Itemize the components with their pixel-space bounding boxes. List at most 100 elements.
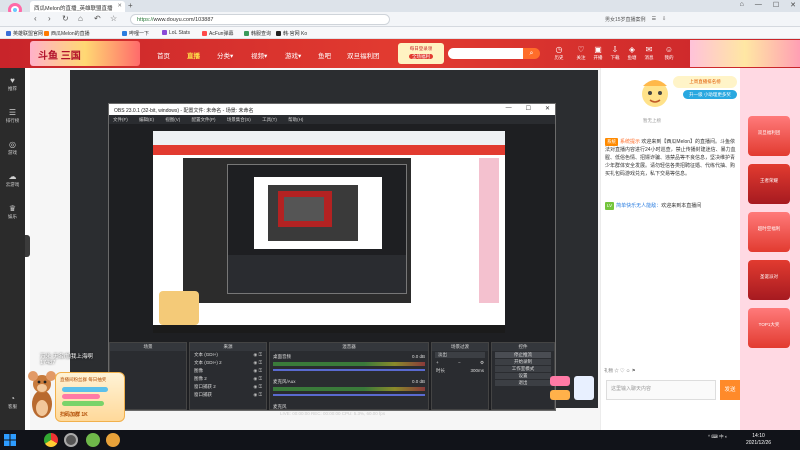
obs-menu-scene-collection[interactable]: 场景集合(S)	[227, 117, 251, 122]
header-banner-image[interactable]	[690, 40, 800, 67]
refresh-icon[interactable]: ↻	[62, 14, 69, 23]
sidebar-item-game[interactable]: ◎ 游戏	[0, 140, 25, 156]
rank-upgrade-button[interactable]: 升一级 小助理更多奖	[683, 90, 737, 99]
nav-home[interactable]: 首页	[157, 50, 170, 60]
eye-icon[interactable]: ◉ ⚿	[253, 368, 262, 374]
search-suggestion[interactable]: 男女15岁直播案例	[605, 16, 646, 23]
list-icon: ☰	[8, 108, 17, 117]
nav-welfare[interactable]: 双旦福利团	[347, 50, 380, 60]
bookmark-item[interactable]: 英雄联盟官网	[6, 30, 43, 37]
promo-tile[interactable]: 双旦福利团	[748, 116, 790, 156]
undo-icon[interactable]: ↶	[94, 14, 101, 23]
nav-video[interactable]: 视频▾	[251, 50, 267, 60]
obs-menu-view[interactable]: 视图(V)	[165, 117, 180, 122]
sidebar-item-ranking[interactable]: ☰ 排行榜	[0, 108, 25, 124]
site-search-input[interactable]	[448, 48, 523, 59]
bookmark-item[interactable]: 哔哩一下	[122, 30, 149, 37]
site-logo[interactable]: 斗鱼 三国	[30, 41, 140, 66]
sidebar-item-service[interactable]: ◔ 客服	[0, 394, 25, 410]
chat-input[interactable]: 这里输入聊天内容	[606, 380, 716, 400]
browser-tab[interactable]: 西瓜Melon的直播_英雄联盟直播 ✕	[30, 1, 125, 12]
nav-live[interactable]: 直播	[187, 50, 200, 60]
bookmark-item[interactable]: LoL Stats	[162, 30, 190, 36]
address-bar[interactable]: https://www.douyu.com/103887	[130, 14, 390, 25]
obs-menu-file[interactable]: 文件(F)	[113, 117, 128, 122]
bookmark-item[interactable]: 韩服查询	[244, 30, 271, 37]
duration-input[interactable]: 300ms	[470, 368, 484, 374]
maximize-button[interactable]: ☐	[773, 1, 779, 9]
windows-start-icon[interactable]	[4, 434, 16, 446]
nav-game[interactable]: 游戏▾	[285, 50, 301, 60]
volume-slider[interactable]	[273, 369, 425, 371]
promo-tile[interactable]: 圣诞派对	[748, 260, 790, 300]
close-button[interactable]: ✕	[790, 1, 796, 9]
obs-preview-canvas[interactable]	[153, 131, 505, 333]
app-taskbar-icon[interactable]	[86, 433, 100, 447]
nav-fishbar[interactable]: 鱼吧	[318, 50, 331, 60]
taskbar-clock[interactable]: 14:10 2021/12/26	[746, 433, 771, 447]
obs-menu-help[interactable]: 帮助(H)	[288, 117, 303, 122]
chrome-taskbar-icon[interactable]	[44, 433, 58, 447]
magnifier-icon[interactable]: ⌕	[523, 48, 540, 59]
eye-icon[interactable]: ◉ ⚿	[253, 392, 262, 398]
minimize-button[interactable]: —	[755, 1, 762, 9]
chat-username[interactable]: 简单快乐无人能敌：	[616, 203, 661, 209]
bookmark-item[interactable]: 韩·官网 Ko	[276, 30, 307, 37]
eye-icon[interactable]: ◉ ⚿	[253, 384, 262, 390]
bookmark-item[interactable]: AcFun弹幕	[202, 30, 233, 37]
source-item[interactable]: 窗口捕获 2 ◉ ⚿	[190, 383, 266, 391]
obs-menu-tools[interactable]: 工具(T)	[262, 117, 277, 122]
obs-window[interactable]: OBS 23.0.1 (32-bit, windows) - 配置文件: 未命名…	[108, 103, 556, 411]
obs-minimize-button[interactable]: —	[506, 105, 512, 112]
chat-toolbar[interactable]: 礼物 ☆ ♡ ☺ ⚑	[604, 368, 740, 378]
download-nav-icon[interactable]: ⇩	[662, 16, 666, 23]
start-record-button[interactable]: 开始录制	[495, 359, 551, 365]
back-icon[interactable]: ‹	[34, 14, 37, 23]
eye-icon[interactable]: ◉ ⚿	[253, 376, 262, 382]
avatar-button[interactable]: ☺ 我的	[656, 45, 682, 61]
cloud-icon: ☁	[8, 172, 17, 181]
nav-category[interactable]: 分类▾	[217, 50, 233, 60]
obs-status-bar: LIVE: 00:00:00 REC: 00:00:00 CPU: 5.3%, …	[280, 411, 386, 416]
obs-maximize-button[interactable]: ☐	[526, 105, 531, 112]
minus-icon[interactable]: −	[458, 360, 461, 366]
menu-icon[interactable]: ☰	[652, 16, 656, 23]
sidebar-item-recommend[interactable]: ♥ 推荐	[0, 76, 25, 92]
settings-button[interactable]: 设置	[495, 373, 551, 379]
star-icon[interactable]: ☆	[110, 14, 117, 23]
system-tray[interactable]: ^ ⌨ 中 ◐	[708, 434, 728, 440]
source-item[interactable]: 文本 (GDI+) ◉ ⚿	[190, 351, 266, 359]
obs-close-button[interactable]: ✕	[545, 105, 550, 112]
forward-icon[interactable]: ›	[48, 14, 51, 23]
app-taskbar-icon[interactable]	[106, 433, 120, 447]
sidebar-item-cloud-game[interactable]: ☁ 云游戏	[0, 172, 25, 188]
source-item[interactable]: 文本 (GDI+) 2 ◉ ⚿	[190, 359, 266, 367]
bookmark-item[interactable]: 西瓜Melon的直播	[44, 30, 90, 37]
gear-icon[interactable]: ⚙	[480, 360, 484, 366]
exit-button[interactable]: 退出	[495, 380, 551, 386]
promo-tile[interactable]: 王者荣耀	[748, 164, 790, 204]
promo-tile[interactable]: 超时空福利	[748, 212, 790, 252]
volume-slider[interactable]	[273, 394, 425, 396]
source-item[interactable]: 窗口捕获 ◉ ⚿	[190, 391, 266, 399]
tab-close-icon[interactable]: ✕	[117, 3, 122, 9]
promo-badge[interactable]: 每日登录领 全场福利	[398, 43, 444, 64]
promo-tile[interactable]: TOP1大奖	[748, 308, 790, 348]
obs-menu-profile[interactable]: 配置文件(P)	[192, 117, 216, 122]
eye-icon[interactable]: ◉ ⚿	[253, 352, 262, 358]
obs-menu-edit[interactable]: 编辑(E)	[139, 117, 154, 122]
home-icon[interactable]: ⌂	[740, 1, 744, 9]
transition-select[interactable]: 淡出	[435, 352, 485, 358]
obs-taskbar-icon[interactable]	[64, 433, 78, 447]
gift-icons[interactable]	[548, 372, 600, 408]
source-item[interactable]: 图像 ◉ ⚿	[190, 367, 266, 375]
plus-icon[interactable]: +	[436, 360, 439, 366]
stop-stream-button[interactable]: 停止推流	[495, 352, 551, 358]
sidebar-item-entertainment[interactable]: ♛ 娱乐	[0, 204, 25, 220]
new-tab-button[interactable]: +	[128, 2, 133, 10]
home-nav-icon[interactable]: ⌂	[78, 14, 83, 23]
source-item[interactable]: 图像 2 ◉ ⚿	[190, 375, 266, 383]
send-button[interactable]: 发送	[720, 380, 740, 400]
eye-icon[interactable]: ◉ ⚿	[253, 360, 262, 366]
studio-mode-button[interactable]: 工作室模式	[495, 366, 551, 372]
